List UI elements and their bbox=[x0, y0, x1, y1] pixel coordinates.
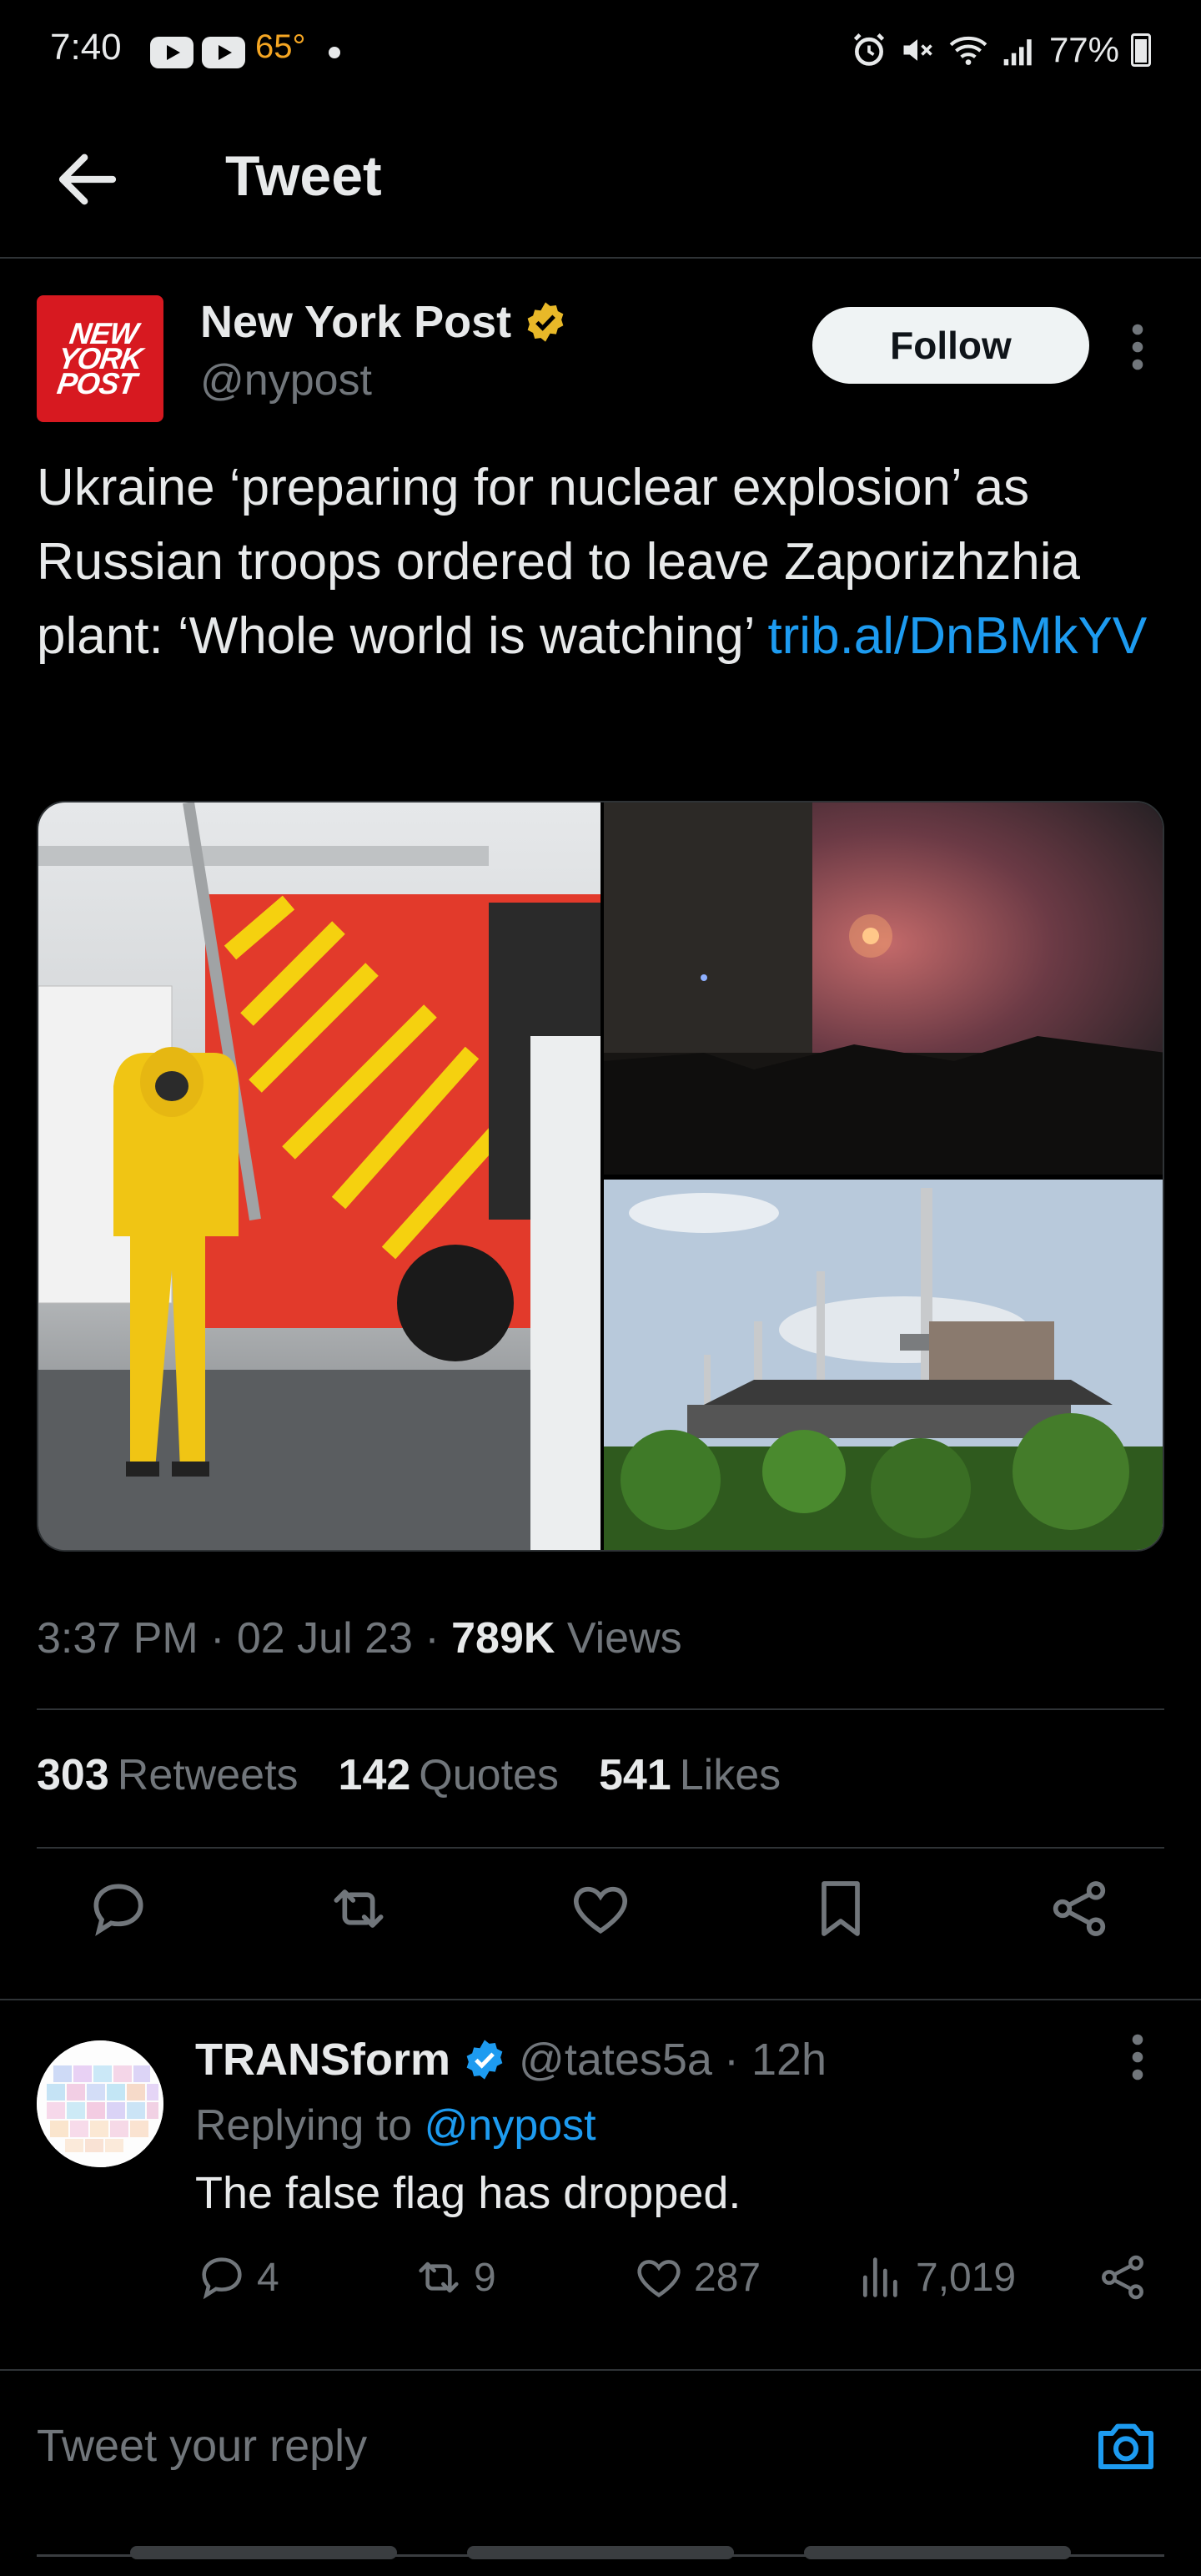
mute-icon bbox=[903, 39, 932, 61]
divider bbox=[37, 1708, 1164, 1710]
verified-badge-icon bbox=[466, 2040, 503, 2080]
likes-count: 541 bbox=[598, 1751, 671, 1799]
reply-input[interactable] bbox=[37, 2404, 1038, 2488]
signal-icon bbox=[1003, 39, 1032, 66]
avatar[interactable]: NEW YORK POST bbox=[37, 295, 163, 422]
share-icon[interactable] bbox=[1046, 1875, 1113, 1942]
reply-count: 4 bbox=[257, 2255, 279, 2300]
wifi-icon bbox=[949, 36, 987, 65]
avatar-pattern bbox=[37, 2040, 163, 2167]
camera-icon[interactable] bbox=[1093, 2412, 1159, 2479]
replying-to-label: Replying to bbox=[195, 2101, 425, 2150]
reply-tweet[interactable]: TRANSform @tates5a · 12h Replying to @ny… bbox=[0, 1999, 1201, 2349]
media-image-night-glow[interactable] bbox=[604, 802, 1164, 1175]
media-image-power-plant[interactable] bbox=[604, 1180, 1164, 1552]
media-image-hazmat[interactable] bbox=[38, 802, 600, 1552]
reply-header: TRANSform @tates5a · 12h bbox=[195, 2034, 827, 2085]
reply-icon[interactable] bbox=[85, 1875, 152, 1942]
quotes-label: Quotes bbox=[419, 1751, 559, 1799]
reply-retweet-action[interactable]: 9 bbox=[412, 2251, 496, 2304]
follow-button[interactable]: Follow bbox=[812, 307, 1089, 384]
reply-text: The false flag has dropped. bbox=[195, 2168, 741, 2218]
likes-stat[interactable]: 541 Likes bbox=[599, 1750, 781, 1800]
arrow-left-icon[interactable] bbox=[50, 142, 125, 217]
retweets-stat[interactable]: 303 Retweets bbox=[37, 1750, 299, 1800]
retweet-icon[interactable] bbox=[325, 1875, 392, 1942]
status-temperature: 65° bbox=[255, 28, 306, 65]
battery-percent: 77% bbox=[1048, 30, 1119, 69]
timestamp-text: 3:37 PM · 02 Jul 23 · bbox=[37, 1614, 452, 1663]
youtube-icon bbox=[150, 37, 193, 68]
like-count: 287 bbox=[694, 2255, 761, 2300]
tweet-text: Ukraine ‘preparing for nuclear explosion… bbox=[37, 450, 1171, 673]
tweet-timestamp: 3:37 PM · 02 Jul 23 · 789K Views bbox=[37, 1613, 682, 1663]
reply-like-action[interactable]: 287 bbox=[632, 2251, 761, 2304]
more-options-icon[interactable] bbox=[1131, 324, 1144, 370]
nav-bar-handle bbox=[467, 2546, 734, 2559]
replying-to-handle[interactable]: @nypost bbox=[425, 2101, 596, 2150]
reply-icon bbox=[202, 2257, 242, 2300]
status-bar: 7:40 65° 77% bbox=[0, 0, 1201, 108]
reply-reply-action[interactable]: 4 bbox=[195, 2251, 279, 2304]
status-icons: 77% bbox=[851, 25, 1151, 75]
reply-action-bar: 4 9 287 7,019 bbox=[195, 2251, 1154, 2309]
views-count: 789K bbox=[451, 1614, 555, 1663]
page-title: Tweet bbox=[225, 144, 382, 208]
app-header: Tweet bbox=[0, 108, 1201, 259]
author-name-row[interactable]: New York Post bbox=[200, 296, 568, 348]
retweet-count: 9 bbox=[474, 2255, 496, 2300]
reply-share-action[interactable] bbox=[1096, 2251, 1149, 2304]
youtube-icon bbox=[202, 37, 245, 68]
like-icon bbox=[637, 2260, 681, 2298]
more-options-icon[interactable] bbox=[1131, 2034, 1144, 2080]
status-time: 7:40 bbox=[50, 27, 122, 68]
avatar-logo-text: NEW YORK POST bbox=[54, 316, 144, 400]
tweet-link[interactable]: trib.al/DnBMkYV bbox=[767, 607, 1147, 665]
reply-time: · 12h bbox=[723, 2035, 827, 2085]
like-icon[interactable] bbox=[567, 1875, 634, 1942]
quotes-stat[interactable]: 142 Quotes bbox=[339, 1750, 559, 1800]
reply-views-action[interactable]: 7,019 bbox=[854, 2251, 1016, 2304]
replying-to: Replying to @nypost bbox=[195, 2101, 596, 2151]
divider bbox=[37, 1847, 1164, 1849]
verified-badge-icon bbox=[527, 302, 564, 342]
tweet-stats: 303 Retweets 142 Quotes 541 Likes bbox=[37, 1750, 781, 1800]
bookmark-icon[interactable] bbox=[807, 1875, 874, 1942]
quotes-count: 142 bbox=[338, 1751, 411, 1799]
reply-author-handle[interactable]: @tates5a bbox=[519, 2034, 712, 2085]
share-icon bbox=[1102, 2255, 1143, 2300]
battery-icon bbox=[1131, 33, 1151, 67]
views-icon bbox=[862, 2257, 897, 2297]
media-grid[interactable] bbox=[37, 801, 1164, 1552]
likes-label: Likes bbox=[679, 1751, 781, 1799]
retweets-count: 303 bbox=[37, 1751, 109, 1799]
nav-bar-handle bbox=[130, 2546, 397, 2559]
retweet-icon bbox=[419, 2262, 459, 2293]
views-count: 7,019 bbox=[916, 2255, 1017, 2300]
reply-composer bbox=[0, 2369, 1201, 2569]
reply-author-name[interactable]: TRANSform bbox=[195, 2034, 450, 2085]
retweets-label: Retweets bbox=[117, 1751, 299, 1799]
nav-bar-handle bbox=[804, 2546, 1071, 2559]
author-handle[interactable]: @nypost bbox=[200, 355, 372, 405]
author-name: New York Post bbox=[200, 297, 512, 347]
notification-dot bbox=[329, 47, 340, 58]
views-label: Views bbox=[555, 1614, 682, 1663]
alarm-icon bbox=[853, 33, 885, 66]
avatar[interactable] bbox=[37, 2040, 163, 2167]
